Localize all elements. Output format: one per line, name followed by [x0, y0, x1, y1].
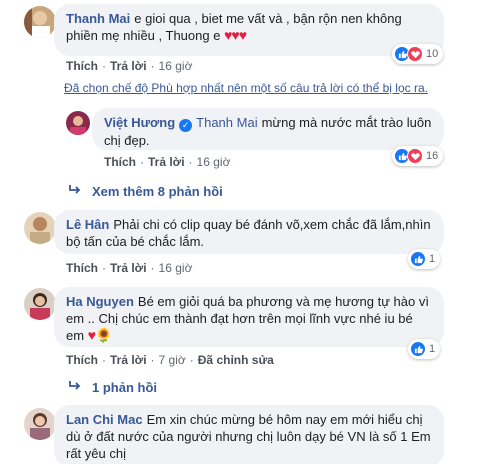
- comment-author[interactable]: Lan Chi Mac: [66, 412, 143, 427]
- verified-badge-icon: ✓: [179, 119, 193, 132]
- separator-dot: ·: [150, 59, 155, 73]
- heart-sunflower-emoji-icon: ♥🌻: [87, 327, 113, 343]
- love-reaction-icon: [407, 46, 423, 62]
- avatar-ha-nguyen[interactable]: [24, 288, 56, 320]
- comment-actions: Thích · Trả lời · 16 giờ: [66, 261, 192, 275]
- view-replies-button[interactable]: 1 phản hồi: [68, 380, 157, 395]
- reaction-count: 16: [426, 150, 439, 162]
- avatar-image: [66, 111, 90, 135]
- reaction-count: 1: [429, 253, 436, 265]
- separator-dot: ·: [150, 353, 155, 367]
- avatar-image: [24, 6, 56, 38]
- avatar-lan-chi-mac[interactable]: [24, 408, 56, 440]
- timestamp[interactable]: 16 giờ: [197, 155, 231, 169]
- comment-author[interactable]: Lê Hân: [66, 217, 109, 232]
- separator-dot: ·: [188, 155, 193, 169]
- reply-link[interactable]: Trả lời: [110, 261, 147, 275]
- mention-link[interactable]: Thanh Mai: [196, 115, 257, 130]
- comment-author[interactable]: Việt Hương: [104, 115, 175, 130]
- reply-link[interactable]: Trả lời: [148, 155, 185, 169]
- like-link[interactable]: Thích: [66, 59, 98, 73]
- comment-bubble: Ha Nguyen Bé em giỏi quá ba phương và mẹ …: [54, 287, 444, 347]
- comment-bubble: Lê Hân Phải chi có clip quay bé đánh võ,x…: [54, 210, 444, 254]
- reply-link[interactable]: Trả lời: [110, 59, 147, 73]
- like-reaction-icon: [410, 341, 426, 357]
- comment-bubble: Lan Chi Mac Em xin chúc mừng bé hôm nay e…: [54, 405, 444, 464]
- timestamp[interactable]: 16 giờ: [159, 59, 193, 73]
- separator-dot: ·: [102, 353, 106, 367]
- separator-dot: ·: [189, 353, 194, 367]
- avatar-image: [24, 288, 56, 320]
- separator-dot: ·: [102, 59, 106, 73]
- see-more-replies-button[interactable]: Xem thêm 8 phản hồi: [68, 184, 223, 199]
- love-reaction-icon: [407, 148, 423, 164]
- like-link[interactable]: Thích: [66, 353, 98, 367]
- avatar-viet-huong[interactable]: [66, 111, 90, 135]
- reaction-count: 1: [429, 343, 436, 355]
- avatar-thanh-mai[interactable]: [24, 6, 56, 38]
- reply-link[interactable]: Trả lời: [110, 353, 147, 367]
- avatar-image: [24, 408, 56, 440]
- comment-author[interactable]: Thanh Mai: [66, 11, 130, 26]
- like-link[interactable]: Thích: [66, 261, 98, 275]
- avatar-image: [24, 212, 56, 244]
- like-link[interactable]: Thích: [104, 155, 136, 169]
- reaction-count: 10: [426, 48, 439, 60]
- comment-actions: Thích · Trả lời · 16 giờ: [66, 59, 192, 73]
- comment-author[interactable]: Ha Nguyen: [66, 294, 134, 309]
- comment-bubble: Thanh Mai e gioi qua , biet me vất và , b…: [54, 4, 444, 56]
- comment-actions: Thích · Trả lời · 7 giờ · Đã chỉnh sửa: [66, 353, 274, 367]
- comment-text: Phải chi có clip quay bé đánh võ,xem chắ…: [66, 217, 431, 249]
- reaction-summary[interactable]: 1: [408, 249, 441, 269]
- replies-count-label: 1 phản hồi: [92, 380, 157, 395]
- reply-arrow-icon: [68, 184, 82, 199]
- reaction-summary[interactable]: 16: [392, 146, 444, 166]
- like-reaction-icon: [410, 251, 426, 267]
- comment-bubble: Việt Hương ✓ Thanh Mai mừng mà nước mắt trà…: [92, 108, 444, 150]
- timestamp[interactable]: 7 giờ: [159, 353, 186, 367]
- comment-actions: Thích · Trả lời · 16 giờ: [104, 155, 230, 169]
- reply-arrow-icon: [68, 380, 82, 395]
- reaction-summary[interactable]: 1: [408, 339, 441, 359]
- reaction-summary[interactable]: 10: [392, 44, 444, 64]
- filter-notice[interactable]: Đã chọn chế độ Phù hợp nhất nên một số c…: [64, 81, 428, 95]
- see-more-label: Xem thêm 8 phản hồi: [92, 184, 223, 199]
- heart-emoji-icon: ♥♥♥: [224, 27, 247, 43]
- separator-dot: ·: [140, 155, 144, 169]
- avatar-le-han[interactable]: [24, 212, 56, 244]
- separator-dot: ·: [102, 261, 106, 275]
- timestamp[interactable]: 16 giờ: [159, 261, 193, 275]
- edited-label[interactable]: Đã chỉnh sửa: [198, 353, 274, 367]
- separator-dot: ·: [150, 261, 155, 275]
